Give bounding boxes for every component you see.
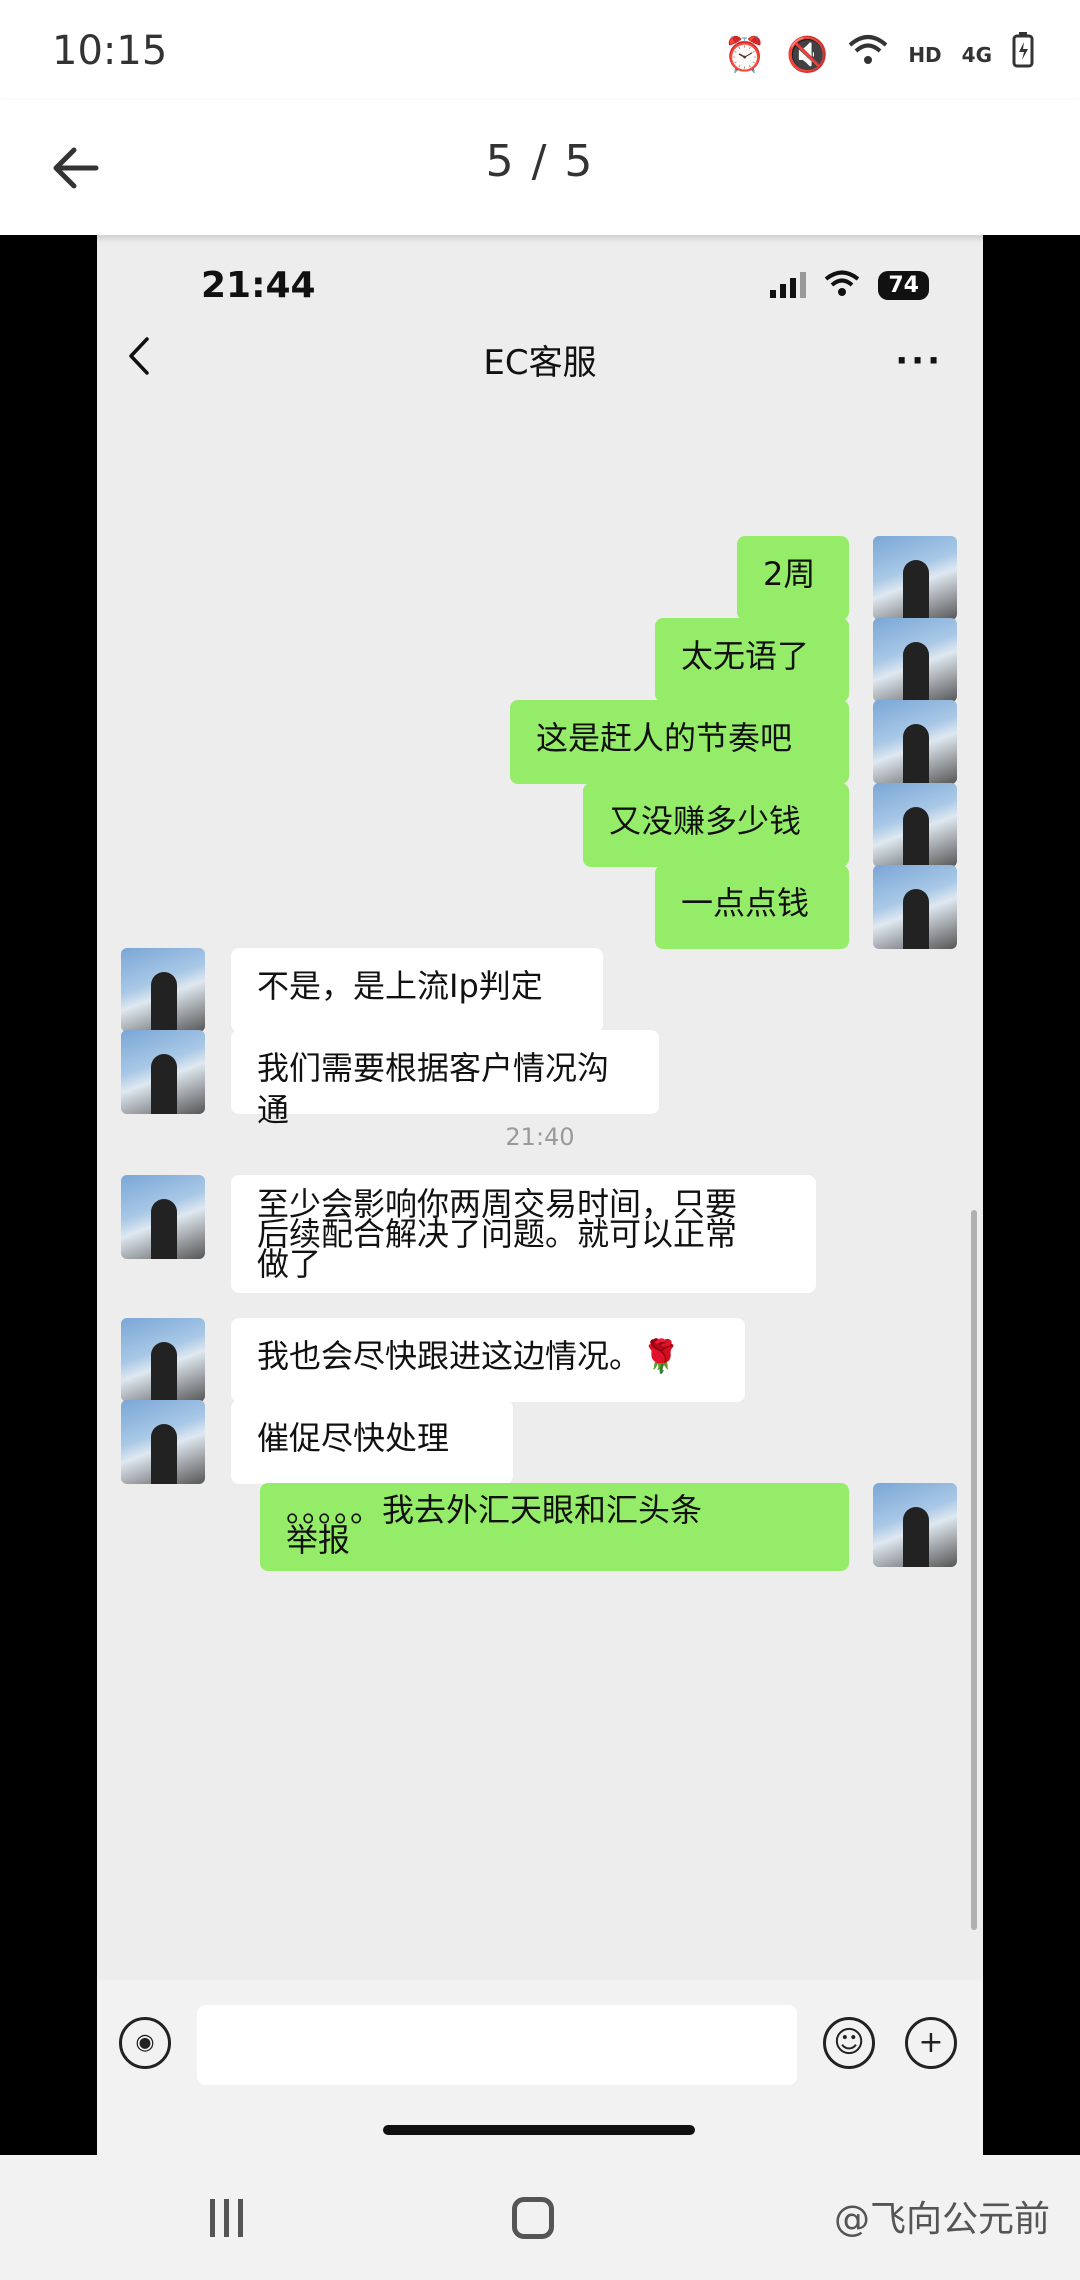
battery-level: 74 bbox=[878, 270, 929, 300]
image-counter: 5 / 5 bbox=[485, 136, 595, 187]
network-hd-label: HD bbox=[908, 42, 942, 67]
recent-apps-button[interactable] bbox=[210, 2199, 250, 2237]
my-avatar[interactable] bbox=[873, 536, 957, 620]
system-status-bar: 10:15 ⏰ 🔇 HD 4G bbox=[0, 0, 1080, 100]
message-input[interactable] bbox=[197, 2005, 797, 2085]
voice-input-button[interactable]: ◉ bbox=[119, 2017, 171, 2069]
agent-avatar[interactable] bbox=[121, 1400, 205, 1484]
my-avatar[interactable] bbox=[873, 618, 957, 702]
agent-avatar[interactable] bbox=[121, 948, 205, 1032]
agent-avatar[interactable] bbox=[121, 1030, 205, 1114]
my-avatar[interactable] bbox=[873, 1483, 957, 1567]
received-message[interactable]: 不是，是上流Ip判定 bbox=[231, 948, 603, 1032]
voice-icon: ◉ bbox=[135, 2030, 155, 2055]
emoji-button[interactable]: ☺ bbox=[823, 2017, 875, 2069]
home-indicator bbox=[383, 2125, 695, 2135]
wifi-icon bbox=[848, 33, 888, 76]
more-actions-button[interactable]: + bbox=[905, 2017, 957, 2069]
image-stage: 21:44 74 EC客服 ··· 2周 太无语了 这是赶人的节奏吧 又没赚多少… bbox=[0, 235, 1080, 2155]
my-avatar[interactable] bbox=[873, 865, 957, 949]
network-type-label: 4G bbox=[961, 42, 992, 67]
battery-icon bbox=[1012, 32, 1034, 77]
received-message[interactable]: 催促尽快处理 bbox=[231, 1400, 513, 1484]
sent-message[interactable]: 一点点钱 bbox=[655, 865, 849, 949]
wifi-icon bbox=[824, 269, 860, 301]
sent-message[interactable]: 2周 bbox=[737, 536, 849, 620]
home-button[interactable] bbox=[512, 2197, 554, 2239]
received-message[interactable]: 我也会尽快跟进这边情况。🌹 bbox=[231, 1318, 745, 1402]
sent-message[interactable]: 太无语了 bbox=[655, 618, 849, 702]
my-avatar[interactable] bbox=[873, 700, 957, 784]
message-timestamp: 21:40 bbox=[505, 1123, 575, 1151]
sent-message[interactable]: 。。。。。我去外汇天眼和汇头条 举报 bbox=[260, 1483, 849, 1571]
mute-icon: 🔇 bbox=[785, 34, 829, 75]
plus-icon: + bbox=[918, 2025, 944, 2060]
more-options-button[interactable]: ··· bbox=[895, 341, 943, 381]
agent-avatar[interactable] bbox=[121, 1318, 205, 1402]
inner-status-icons: 74 bbox=[770, 269, 929, 301]
chat-screenshot: 21:44 74 EC客服 ··· 2周 太无语了 这是赶人的节奏吧 又没赚多少… bbox=[97, 235, 983, 2155]
alarm-icon: ⏰ bbox=[723, 34, 766, 75]
system-clock: 10:15 bbox=[52, 28, 168, 74]
sent-message[interactable]: 又没赚多少钱 bbox=[583, 783, 849, 867]
image-viewer-header: 5 / 5 bbox=[0, 100, 1080, 235]
chat-title: EC客服 bbox=[483, 343, 597, 383]
system-status-icons: ⏰ 🔇 HD 4G bbox=[724, 32, 1034, 77]
system-nav-bar: @飞向公元前 bbox=[0, 2155, 1080, 2280]
agent-avatar[interactable] bbox=[121, 1175, 205, 1259]
smiley-icon: ☺ bbox=[833, 2025, 865, 2060]
received-message[interactable]: 至少会影响你两周交易时间，只要 后续配合解决了问题。就可以正常 做了 bbox=[231, 1175, 816, 1293]
signal-icon bbox=[770, 272, 807, 298]
received-message[interactable]: 我们需要根据客户情况沟通 bbox=[231, 1030, 659, 1129]
watermark-text: @飞向公元前 bbox=[833, 2199, 1050, 2240]
chat-scrollbar[interactable] bbox=[971, 1210, 977, 1930]
my-avatar[interactable] bbox=[873, 783, 957, 867]
sent-message[interactable]: 这是赶人的节奏吧 bbox=[510, 700, 849, 784]
inner-clock: 21:44 bbox=[201, 265, 316, 306]
